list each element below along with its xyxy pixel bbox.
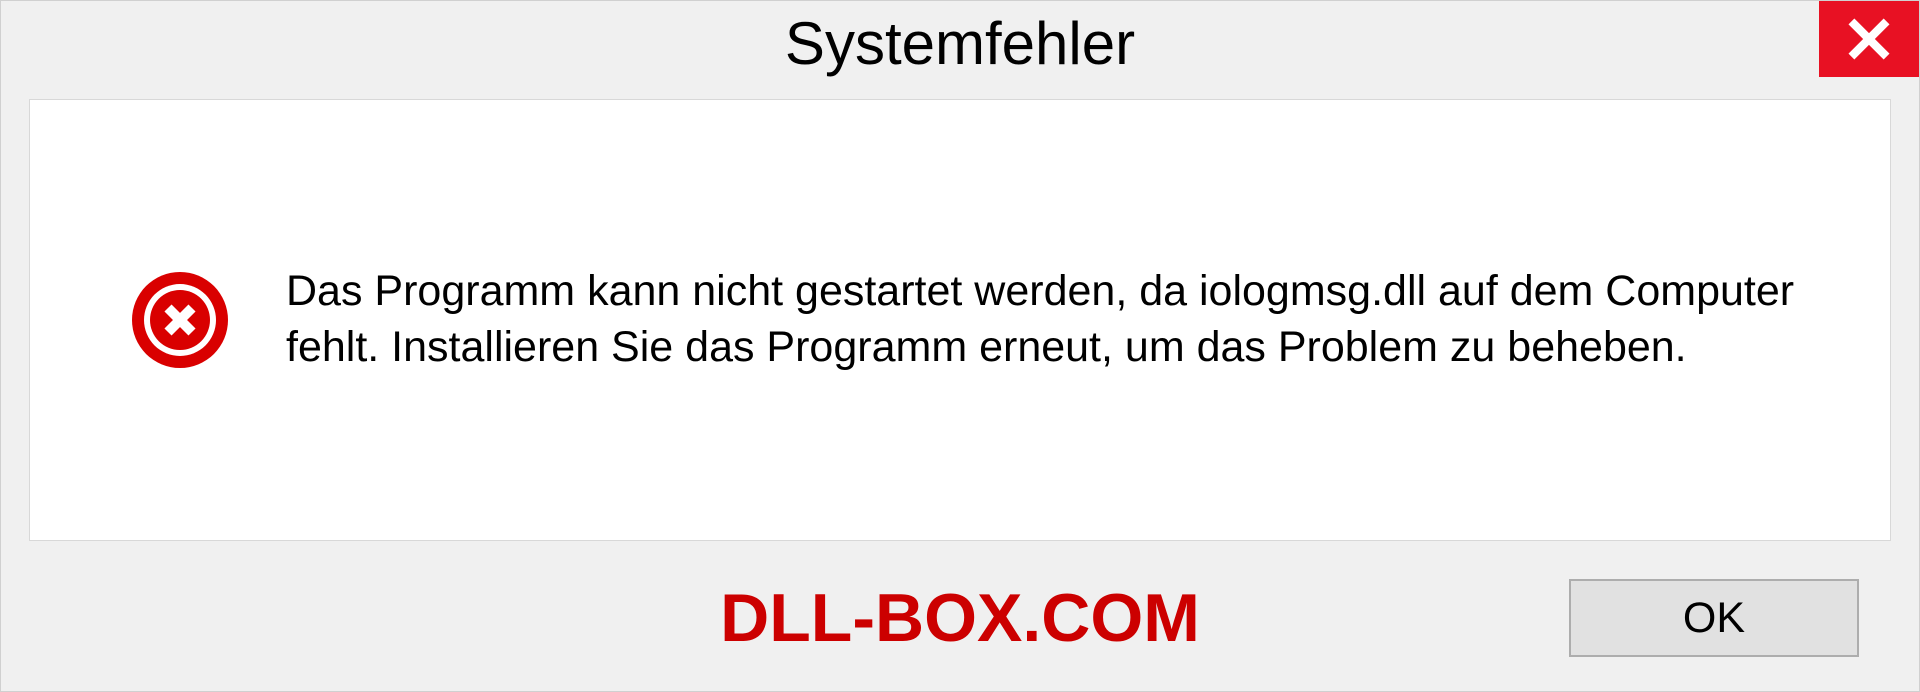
dialog-title: Systemfehler [785,1,1135,78]
watermark-text: DLL-BOX.COM [720,579,1200,657]
content-panel: Das Programm kann nicht gestartet werden… [29,99,1891,541]
ok-button[interactable]: OK [1569,579,1859,657]
close-button[interactable] [1819,1,1919,77]
dialog-footer: DLL-BOX.COM OK [1,561,1919,691]
close-icon [1847,17,1891,61]
error-message: Das Programm kann nicht gestartet werden… [286,264,1830,376]
error-icon [130,270,230,370]
titlebar: Systemfehler [1,1,1919,91]
error-dialog: Systemfehler Das Programm kann nicht ges… [0,0,1920,692]
